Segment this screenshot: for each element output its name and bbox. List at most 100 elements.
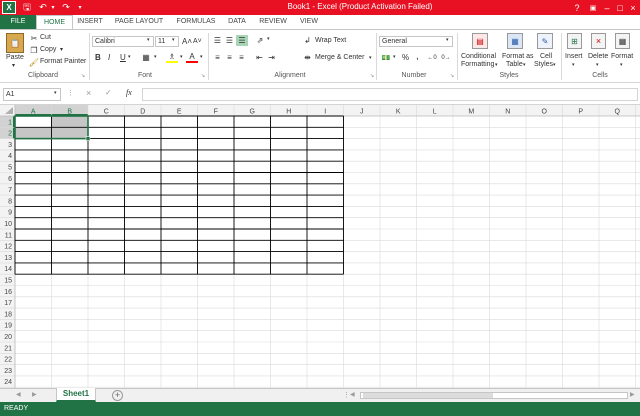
help-button[interactable]: ? bbox=[570, 0, 584, 15]
horizontal-scrollbar[interactable] bbox=[360, 392, 628, 399]
enter-entry-button[interactable]: ✓ bbox=[105, 88, 112, 97]
conditional-formatting-button-line1[interactable]: Conditional bbox=[461, 53, 496, 60]
percent-style-button[interactable]: % bbox=[402, 53, 409, 62]
insert-cells-button[interactable]: Insert bbox=[565, 53, 583, 60]
row-header[interactable]: 21 bbox=[4, 345, 12, 352]
row-header[interactable]: 13 bbox=[4, 255, 12, 262]
row-header[interactable]: 7 bbox=[8, 187, 12, 194]
borders-icon[interactable]: ▦ bbox=[140, 52, 152, 63]
font-size-dropdown-icon[interactable]: ▾ bbox=[172, 37, 175, 43]
undo-icon[interactable]: ↶ bbox=[37, 1, 49, 14]
align-left-icon[interactable]: ≡ bbox=[212, 52, 223, 63]
ribbon-display-icon[interactable]: ▣ bbox=[586, 0, 600, 15]
name-box[interactable]: A1 bbox=[3, 88, 61, 101]
row-header[interactable]: 14 bbox=[4, 266, 12, 273]
cell-styles-button-line1[interactable]: Cell bbox=[540, 53, 552, 60]
accounting-dropdown-icon[interactable]: ▾ bbox=[393, 54, 396, 60]
row-header[interactable]: 22 bbox=[4, 357, 12, 364]
row-header[interactable]: 6 bbox=[8, 176, 12, 183]
wrap-text-button[interactable]: Wrap Text bbox=[315, 37, 346, 44]
sheet-tab-sheet1[interactable]: Sheet1 bbox=[56, 388, 96, 402]
worksheet-grid[interactable]: A B C D E F G H I J K L M N O P Q 1 2 3 4 5 6 7 8 9 10 11 12 13 14 15 16… bbox=[0, 105, 640, 388]
cell-grid[interactable]: A B C D E F G H I J K L M N O P Q12345678910111213141516… bbox=[0, 105, 640, 388]
number-format-dropdown-icon[interactable]: ▾ bbox=[446, 37, 449, 43]
minimize-button[interactable]: – bbox=[600, 0, 614, 15]
column-header[interactable]: H bbox=[286, 109, 291, 116]
tab-page-layout[interactable]: PAGE LAYOUT bbox=[112, 15, 166, 29]
tab-split-handle[interactable]: ⋮ bbox=[343, 391, 350, 399]
italic-button[interactable]: I bbox=[108, 53, 110, 62]
name-box-dropdown-icon[interactable]: ▾ bbox=[54, 90, 57, 96]
column-header[interactable]: L bbox=[433, 109, 437, 116]
column-header[interactable]: C bbox=[104, 109, 109, 116]
column-header[interactable]: M bbox=[468, 109, 474, 116]
font-name-dropdown-icon[interactable]: ▾ bbox=[147, 37, 150, 43]
row-header[interactable]: 24 bbox=[4, 379, 12, 386]
format-cells-dropdown-icon[interactable]: ▾ bbox=[620, 62, 623, 68]
row-header[interactable]: 10 bbox=[4, 221, 12, 228]
column-header[interactable]: B bbox=[67, 109, 72, 116]
undo-dropdown-icon[interactable]: ▾ bbox=[49, 1, 57, 14]
orientation-icon[interactable]: ⇗ bbox=[254, 35, 266, 46]
new-sheet-button[interactable]: + bbox=[112, 390, 123, 401]
borders-dropdown-icon[interactable]: ▾ bbox=[154, 54, 157, 60]
row-header[interactable]: 3 bbox=[8, 142, 12, 149]
font-size-select[interactable]: 11 bbox=[155, 36, 179, 47]
font-name-select[interactable]: Calibri bbox=[92, 36, 154, 47]
format-as-table-dropdown-icon[interactable]: ▾ bbox=[523, 62, 526, 68]
column-header[interactable]: K bbox=[396, 109, 401, 116]
customize-toolbar-icon[interactable]: ▾ bbox=[75, 1, 85, 14]
cancel-entry-button[interactable]: × bbox=[86, 88, 91, 98]
paste-dropdown-icon[interactable]: ▾ bbox=[12, 62, 15, 69]
column-header[interactable]: Q bbox=[615, 109, 621, 116]
row-header[interactable]: 17 bbox=[4, 300, 12, 307]
align-center-icon[interactable]: ≡ bbox=[224, 52, 235, 63]
align-right-icon[interactable]: ≡ bbox=[236, 52, 247, 63]
formula-input[interactable] bbox=[142, 88, 638, 101]
row-header[interactable]: 11 bbox=[5, 232, 12, 239]
conditional-formatting-button-line2[interactable]: Formatting bbox=[461, 61, 494, 68]
column-header[interactable]: O bbox=[542, 109, 548, 116]
cell-styles-dropdown-icon[interactable]: ▾ bbox=[553, 62, 556, 68]
row-header[interactable]: 23 bbox=[4, 368, 12, 375]
grow-font-button[interactable]: A˄ bbox=[182, 37, 192, 46]
row-header[interactable]: 20 bbox=[4, 334, 12, 341]
font-color-icon[interactable]: A bbox=[186, 52, 198, 63]
alignment-launcher-icon[interactable]: ↘ bbox=[369, 73, 375, 79]
tab-insert[interactable]: INSERT bbox=[74, 15, 106, 29]
delete-cells-button[interactable]: Delete bbox=[588, 53, 608, 60]
insert-function-button[interactable]: fx bbox=[126, 88, 132, 97]
conditional-formatting-dropdown-icon[interactable]: ▾ bbox=[495, 62, 498, 68]
fill-color-icon[interactable]: ♗ bbox=[166, 52, 178, 63]
row-header[interactable]: 19 bbox=[4, 323, 12, 330]
tab-view[interactable]: VIEW bbox=[296, 15, 322, 29]
maximize-button[interactable]: □ bbox=[613, 0, 627, 15]
format-cells-button[interactable]: Format bbox=[611, 53, 633, 60]
tab-file[interactable]: FILE bbox=[0, 15, 36, 29]
tab-formulas[interactable]: FORMULAS bbox=[172, 15, 220, 29]
decrease-decimal-icon[interactable]: 0→ bbox=[440, 52, 452, 63]
horizontal-scroll-thumb[interactable] bbox=[363, 393, 493, 398]
comma-style-button[interactable]: , bbox=[416, 51, 419, 62]
decrease-indent-icon[interactable]: ⇤ bbox=[254, 52, 265, 63]
column-header[interactable]: G bbox=[250, 109, 255, 116]
number-format-select[interactable]: General bbox=[379, 36, 453, 47]
merge-center-dropdown-icon[interactable]: ▾ bbox=[369, 55, 372, 61]
paste-button[interactable]: Paste bbox=[6, 54, 24, 61]
hscroll-right-icon[interactable]: ▶ bbox=[630, 391, 635, 398]
row-header[interactable]: 12 bbox=[4, 244, 12, 251]
format-as-table-button-line2[interactable]: Table bbox=[506, 61, 523, 68]
tab-review[interactable]: REVIEW bbox=[256, 15, 290, 29]
column-header[interactable]: F bbox=[214, 109, 218, 116]
row-header[interactable]: 18 bbox=[4, 311, 12, 318]
underline-button[interactable]: U bbox=[120, 53, 126, 62]
close-button[interactable]: × bbox=[626, 0, 640, 15]
hscroll-left-icon[interactable]: ◀ bbox=[350, 391, 355, 398]
format-as-table-button-line1[interactable]: Format as bbox=[502, 53, 534, 60]
formula-bar-options-icon[interactable]: ⋮ bbox=[67, 89, 74, 97]
increase-decimal-icon[interactable]: ←0 bbox=[426, 52, 438, 63]
column-header[interactable]: D bbox=[140, 109, 145, 116]
row-header[interactable]: 15 bbox=[4, 278, 12, 285]
bottom-align-icon[interactable]: ☰ bbox=[236, 35, 248, 46]
save-icon[interactable]: 🖫 bbox=[21, 1, 33, 14]
